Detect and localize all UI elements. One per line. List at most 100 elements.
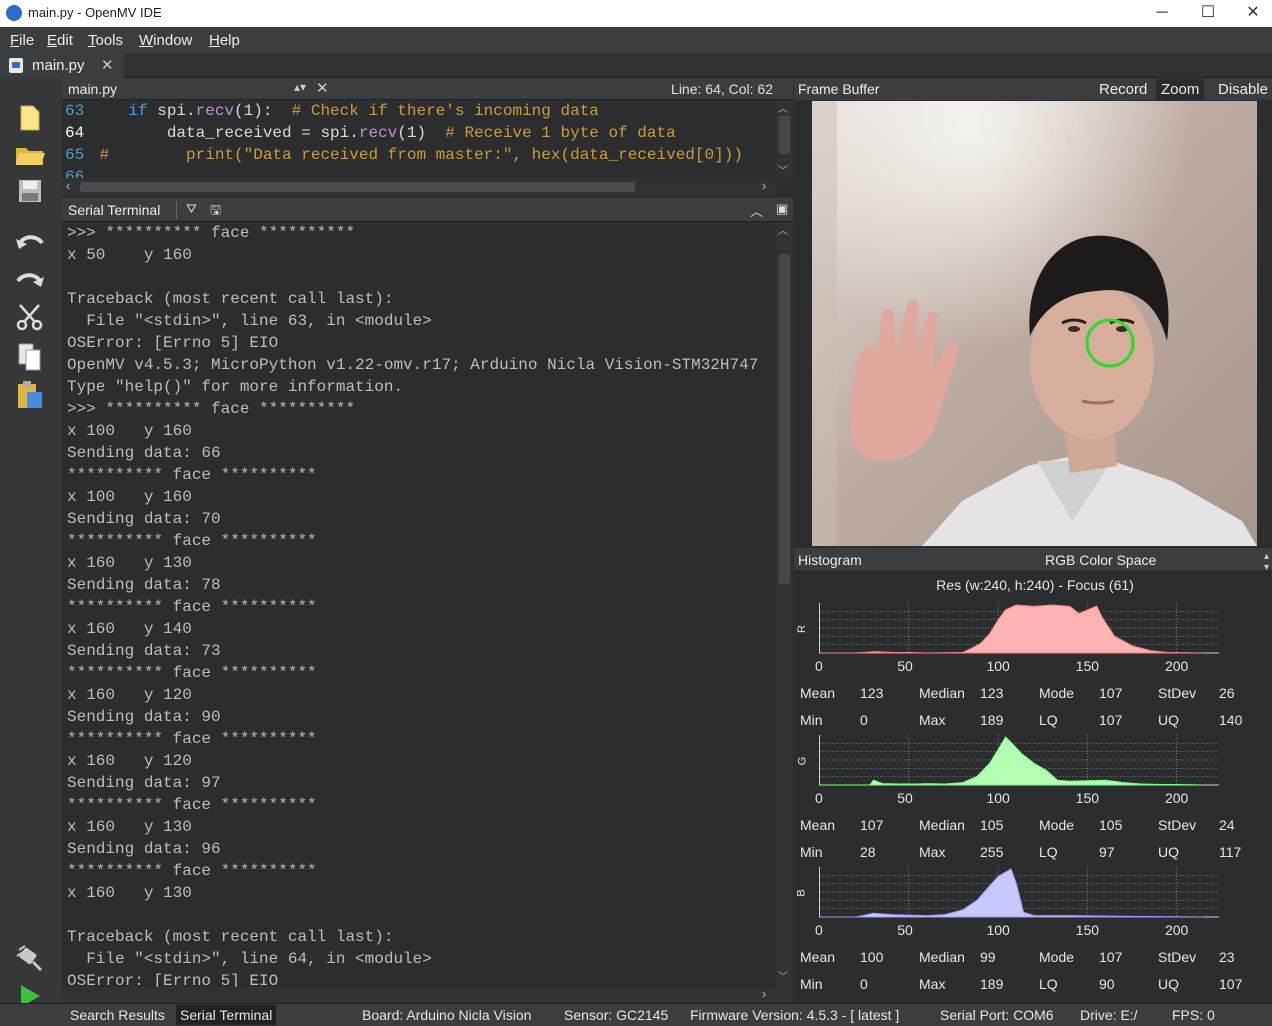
axis-tick-label: 0 — [815, 922, 823, 938]
redo-button[interactable] — [12, 265, 48, 299]
close-tab-icon[interactable]: ✕ — [101, 56, 114, 74]
disable-button[interactable]: Disable — [1218, 81, 1268, 98]
frame-buffer-title: Frame Buffer — [798, 81, 880, 97]
terminal-line: Sending data: 78 — [67, 576, 221, 594]
stat-value-lq: 107 — [1099, 712, 1123, 728]
stat-label-min: Min — [800, 976, 823, 992]
tab-label: main.py — [32, 57, 85, 74]
color-space-select[interactable]: RGB Color Space — [1045, 552, 1156, 568]
python-file-icon — [9, 58, 23, 73]
histogram-chart — [819, 867, 1219, 918]
terminal-line: Traceback (most recent call last): — [67, 290, 394, 308]
copy-icon — [18, 343, 41, 371]
terminal-line: ********** face ********** — [67, 664, 317, 682]
terminal-line: ********** face ********** — [67, 466, 317, 484]
stat-label-mode: Mode — [1039, 817, 1075, 833]
connect-button[interactable] — [12, 944, 48, 978]
serial-terminal-pane: Serial Terminal ⛛ 🖫 ︿ ▣ >>> ********** f… — [62, 198, 793, 1003]
redo-icon — [16, 273, 44, 287]
terminal-line: x 100 y 160 — [67, 422, 192, 440]
cut-button[interactable] — [12, 303, 48, 337]
stat-value-mode: 107 — [1099, 685, 1123, 701]
terminal-line: Sending data: 66 — [67, 444, 221, 462]
close-editor-icon[interactable]: ✕ — [316, 79, 329, 97]
stat-label-median: Median — [919, 949, 965, 965]
terminal-line: x 100 y 160 — [67, 488, 192, 506]
save-terminal-icon[interactable]: 🖫 — [210, 201, 221, 223]
terminal-line: OSError: [Errno 5] EIO — [67, 972, 279, 987]
zoom-button[interactable]: Zoom — [1156, 79, 1205, 100]
menu-window[interactable]: Window — [139, 32, 192, 49]
menu-file[interactable]: File — [10, 32, 34, 49]
stat-label-mean: Mean — [800, 817, 836, 833]
histogram-area — [820, 868, 1204, 918]
file-selector-arrows-icon[interactable]: ▴▾ — [294, 80, 306, 94]
maximize-button[interactable]: ☐ — [1185, 0, 1231, 27]
menu-help[interactable]: Help — [209, 32, 240, 49]
open-file-button[interactable] — [12, 140, 48, 174]
stat-label-mode: Mode — [1039, 949, 1075, 965]
stat-value-max: 189 — [980, 976, 1004, 992]
minimize-button[interactable]: ─ — [1139, 0, 1185, 27]
camera-frame-image — [812, 101, 1257, 546]
undock-panel-icon[interactable]: ▣ — [776, 201, 788, 217]
stat-value-mean: 100 — [860, 949, 884, 965]
collapse-panel-icon[interactable]: ︿ — [750, 201, 763, 220]
stat-label-max: Max — [919, 712, 946, 728]
new-file-icon — [20, 105, 40, 131]
axis-tick-label: 50 — [897, 790, 913, 806]
drive-info[interactable]: Drive: E:/ — [1080, 1007, 1138, 1023]
paste-button[interactable] — [12, 380, 48, 414]
tab-main-py[interactable]: main.py ✕ — [0, 53, 124, 78]
histogram-chart — [819, 735, 1219, 786]
terminal-horizontal-scrollbar[interactable]: › — [62, 986, 793, 1003]
clear-terminal-icon[interactable]: ⛛ — [186, 201, 197, 217]
terminal-line: x 160 y 120 — [67, 752, 192, 770]
axis-tick-label: 0 — [815, 790, 823, 806]
terminal-output[interactable]: >>> ********** face ********** x 50 y 160… — [62, 222, 775, 987]
save-button[interactable] — [12, 178, 48, 212]
stat-label-uq: UQ — [1158, 844, 1179, 860]
stat-label-mean: Mean — [800, 949, 836, 965]
stat-value-max: 189 — [980, 712, 1004, 728]
axis-tick-label: 50 — [897, 922, 913, 938]
serial-port-info[interactable]: Serial Port: COM6 — [940, 1007, 1054, 1023]
scroll-right-icon: › — [762, 178, 767, 193]
fps-info: FPS: 0 — [1172, 1007, 1215, 1023]
menu-tools[interactable]: Tools — [88, 32, 123, 49]
terminal-title: Serial Terminal — [68, 202, 161, 218]
histogram-pane: Histogram RGB Color Space ▴ ▾ Res (w:240,… — [794, 548, 1272, 1003]
frame-buffer-header: Frame Buffer Record Zoom Disable — [794, 78, 1272, 100]
undo-button[interactable] — [12, 227, 48, 261]
channel-label: R — [795, 625, 808, 633]
axis-tick-label: 100 — [986, 658, 1010, 674]
editor-horizontal-scrollbar[interactable]: ‹ › — [62, 178, 775, 196]
terminal-line: Sending data: 96 — [67, 840, 221, 858]
copy-button[interactable] — [12, 342, 48, 376]
code-editor-pane: main.py ▴▾ ✕ Line: 64, Col: 62 63 if spi… — [62, 78, 793, 198]
editor-vertical-scrollbar[interactable]: ︿ ﹀ — [776, 100, 793, 178]
terminal-vertical-scrollbar[interactable]: ︿ ﹀ — [776, 222, 793, 987]
serial-terminal-tab[interactable]: Serial Terminal — [176, 1005, 277, 1025]
code-line: 66 — [65, 168, 85, 178]
undo-icon — [16, 235, 44, 249]
menu-edit[interactable]: Edit — [47, 32, 73, 49]
stat-label-uq: UQ — [1158, 712, 1179, 728]
terminal-line: ********** face ********** — [67, 598, 317, 616]
new-file-button[interactable] — [12, 104, 48, 138]
stat-value-stdev: 23 — [1219, 949, 1235, 965]
record-button[interactable]: Record — [1099, 81, 1147, 98]
stat-label-stdev: StDev — [1158, 685, 1197, 701]
sensor-info[interactable]: Sensor: GC2145 — [564, 1007, 668, 1023]
color-space-arrows-icon[interactable]: ▴ ▾ — [1264, 551, 1269, 573]
terminal-line: OpenMV v4.5.3; MicroPython v1.22-omv.r17… — [67, 356, 759, 374]
code-area[interactable]: 63 if spi.recv(1): # Check if there's in… — [62, 100, 775, 178]
open-folder-icon — [16, 148, 45, 165]
terminal-line: OSError: [Errno 5] EIO — [67, 334, 279, 352]
search-results-tab[interactable]: Search Results — [70, 1007, 165, 1023]
firmware-info[interactable]: Firmware Version: 4.5.3 - [ latest ] — [690, 1007, 899, 1023]
close-window-button[interactable]: ✕ — [1230, 0, 1272, 27]
editor-file-selector[interactable]: main.py — [68, 81, 117, 97]
board-info[interactable]: Board: Arduino Nicla Vision — [362, 1007, 531, 1023]
terminal-line: >>> ********** face ********** — [67, 224, 356, 242]
